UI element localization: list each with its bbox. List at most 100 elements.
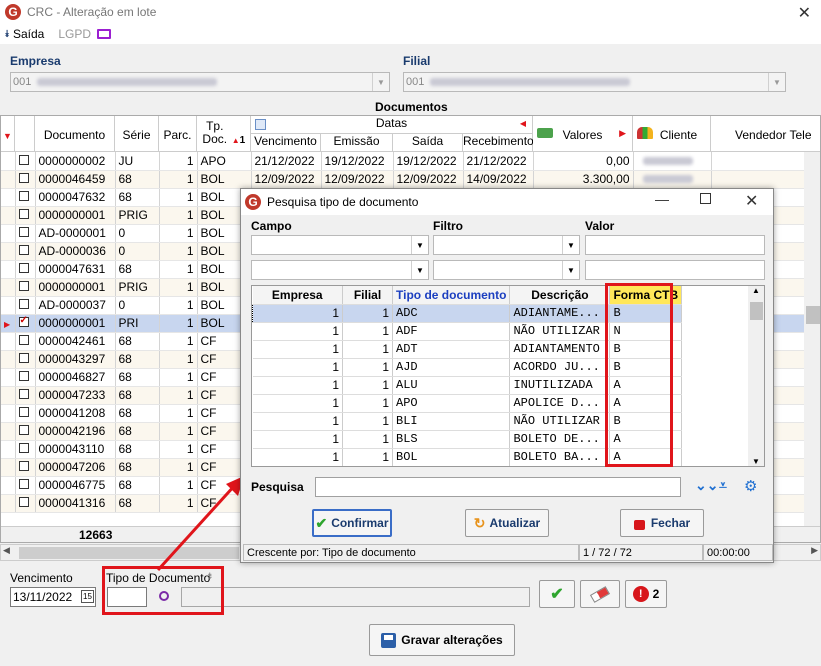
pesquisa-input[interactable] <box>315 477 681 497</box>
close-icon[interactable]: ✕ <box>798 3 811 23</box>
checkbox[interactable] <box>18 154 29 165</box>
row-checkbox[interactable] <box>15 296 36 315</box>
checkbox[interactable] <box>18 209 29 219</box>
row-checkbox[interactable] <box>15 152 36 171</box>
scroll-left-icon[interactable]: ◀ <box>3 545 10 556</box>
checkbox[interactable] <box>18 425 29 435</box>
dialog-results-grid[interactable]: Empresa Filial Tipo de documento Descriç… <box>251 285 765 467</box>
close-icon[interactable]: ✕ <box>745 191 758 211</box>
column-menu-button[interactable]: ▼ <box>1 116 15 152</box>
valor-input-1[interactable] <box>585 235 765 255</box>
scrollbar-thumb[interactable] <box>750 302 763 320</box>
dlg-tipo-cell: ADT <box>392 340 511 359</box>
maximize-icon[interactable] <box>700 193 711 204</box>
checkbox[interactable] <box>18 263 29 273</box>
header-saida[interactable]: Saída <box>393 134 463 152</box>
filtro-select-2[interactable]: ▼ <box>433 260 580 280</box>
checkbox[interactable] <box>18 443 29 453</box>
check-icon: ✔ <box>315 514 328 531</box>
row-checkbox[interactable] <box>15 314 36 333</box>
scroll-right-icon[interactable]: ▶ <box>811 545 818 556</box>
dialog-vertical-scrollbar[interactable]: ▲ ▼ <box>748 286 764 466</box>
row-checkbox[interactable] <box>15 260 36 279</box>
vencimento-date-input[interactable]: 13/11/2022 15 <box>10 587 96 607</box>
double-chevron-down-icon[interactable]: ⌄⌄ <box>695 477 718 494</box>
checkbox[interactable] <box>18 497 29 507</box>
vertical-scrollbar[interactable] <box>804 152 820 526</box>
campo-select-1[interactable]: ▼ <box>251 235 429 255</box>
checkbox[interactable] <box>18 281 29 291</box>
header-check[interactable] <box>15 116 35 152</box>
header-tp-doc[interactable]: Tp. Doc. ▲1 <box>197 116 251 152</box>
row-checkbox[interactable] <box>15 404 36 423</box>
exit-button[interactable]: ⯯ Saída <box>4 27 44 41</box>
checkbox[interactable] <box>18 479 29 489</box>
header-emissao[interactable]: Emissão <box>321 134 393 152</box>
header-vendedor[interactable]: Vendedor Tele <box>711 116 820 152</box>
scrollbar-thumb[interactable] <box>806 306 820 324</box>
row-checkbox[interactable] <box>15 476 36 495</box>
checkbox[interactable] <box>18 407 29 417</box>
header-vencimento[interactable]: Vencimento <box>251 134 321 152</box>
campo-select-2[interactable]: ▼ <box>251 260 429 280</box>
table-row[interactable]: 0000046459 68 1 BOL 12/09/2022 12/09/2022 12/0… <box>1 170 820 189</box>
expand-down-icon[interactable]: ⩡ <box>719 477 727 494</box>
row-checkbox[interactable] <box>15 332 36 351</box>
header-parc[interactable]: Parc. <box>159 116 197 152</box>
confirm-button[interactable]: ✔ Confirmar <box>312 509 392 537</box>
row-checkbox[interactable] <box>15 188 36 207</box>
save-changes-button[interactable]: Gravar alterações <box>369 624 515 656</box>
dlg-header-tipo[interactable]: Tipo de documento <box>392 286 511 305</box>
fechar-button[interactable]: Fechar <box>620 509 704 537</box>
valor-input-2[interactable] <box>585 260 765 280</box>
checkbox[interactable] <box>18 173 29 183</box>
lgpd-button[interactable]: LGPD <box>58 27 112 41</box>
row-checkbox[interactable] <box>15 494 36 513</box>
eraser-button[interactable] <box>580 580 620 608</box>
filial-select[interactable]: 001 ▼ <box>403 72 786 92</box>
empresa-select[interactable]: 001 ▼ <box>10 72 390 92</box>
table-row[interactable]: 0000000002 JU 1 APO 21/12/2022 19/12/2022 19/1… <box>1 152 820 171</box>
checkbox[interactable] <box>18 335 29 345</box>
checkbox[interactable] <box>18 461 29 471</box>
search-dialog[interactable]: G Pesquisa tipo de documento — ✕ Campo F… <box>240 188 774 563</box>
header-documento[interactable]: Documento <box>35 116 115 152</box>
documento-cell: 0000047631 <box>35 260 116 279</box>
dlg-header-filial[interactable]: Filial <box>342 286 393 305</box>
checkbox[interactable] <box>18 245 29 255</box>
row-checkbox[interactable] <box>15 422 36 441</box>
apply-button[interactable]: ✔ <box>539 580 575 608</box>
header-serie[interactable]: Série <box>115 116 159 152</box>
scroll-down-icon[interactable]: ▼ <box>752 457 760 466</box>
row-checkbox[interactable] <box>15 278 36 297</box>
minimize-icon[interactable]: — <box>655 191 669 207</box>
checkbox[interactable] <box>18 227 29 237</box>
scroll-up-icon[interactable]: ▲ <box>752 286 760 295</box>
row-checkbox[interactable] <box>15 368 36 387</box>
header-valores[interactable]: Valores ▶ <box>533 116 633 152</box>
errors-button[interactable]: ! 2 <box>625 580 667 608</box>
row-checkbox[interactable] <box>15 386 36 405</box>
row-checkbox[interactable] <box>15 224 36 243</box>
checkbox[interactable] <box>18 315 29 327</box>
row-checkbox[interactable] <box>15 206 36 225</box>
dlg-header-empresa[interactable]: Empresa <box>252 286 343 305</box>
dlg-header-descricao[interactable]: Descrição <box>509 286 611 305</box>
row-checkbox[interactable] <box>15 170 36 189</box>
header-cliente[interactable]: Cliente <box>633 116 711 152</box>
checkbox[interactable] <box>18 371 29 381</box>
checkbox[interactable] <box>18 191 29 201</box>
gear-icon[interactable]: ⚙ <box>744 477 757 495</box>
checkbox[interactable] <box>18 299 29 309</box>
checkbox[interactable] <box>18 353 29 363</box>
vencimento-cell: 12/09/2022 <box>251 170 322 189</box>
update-button[interactable]: ↻ Atualizar <box>465 509 549 537</box>
row-checkbox[interactable] <box>15 350 36 369</box>
filtro-select-1[interactable]: ▼ <box>433 235 580 255</box>
checkbox[interactable] <box>18 389 29 399</box>
row-checkbox[interactable] <box>15 440 36 459</box>
row-checkbox[interactable] <box>15 242 36 261</box>
row-checkbox[interactable] <box>15 458 36 477</box>
header-recebimento[interactable]: Recebimento <box>463 134 534 152</box>
calendar-icon[interactable]: 15 <box>81 590 94 603</box>
